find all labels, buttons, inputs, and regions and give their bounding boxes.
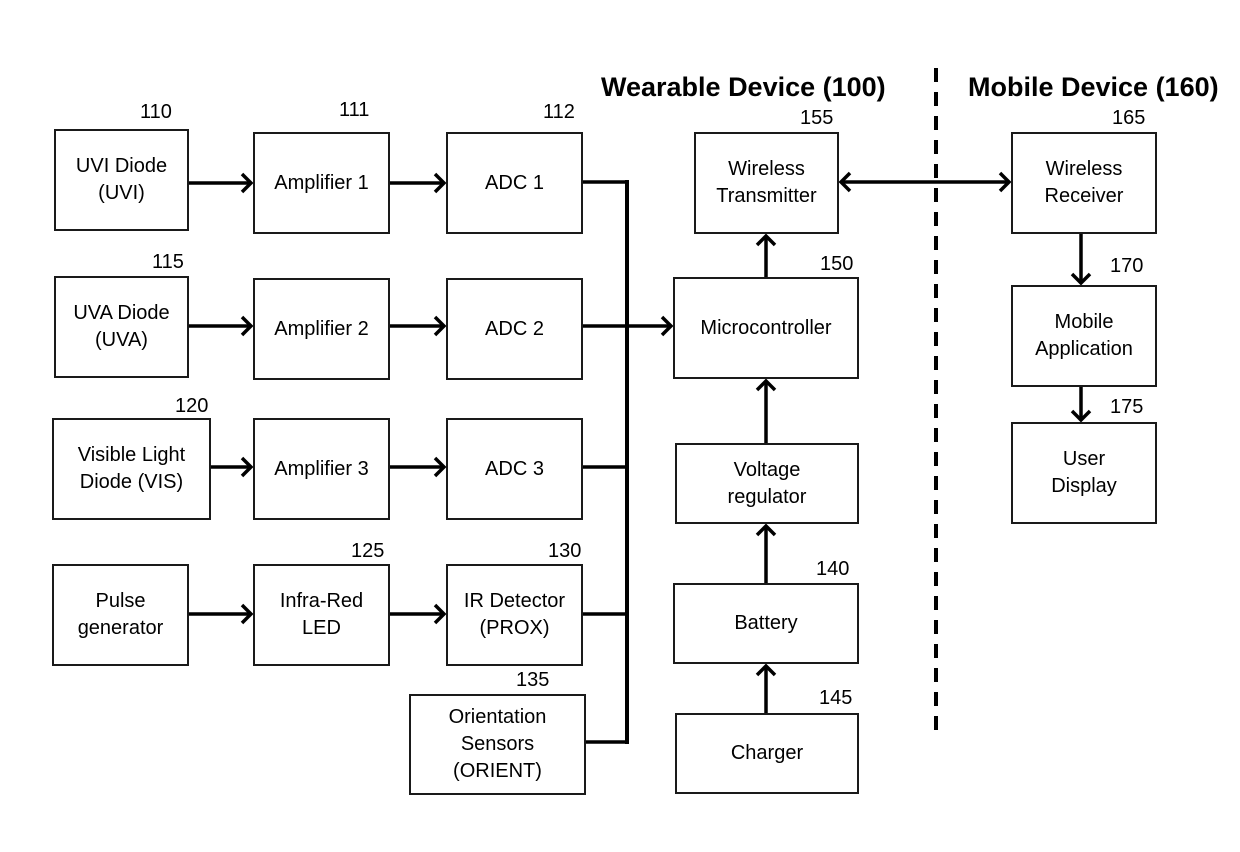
user-display-block: User Display (1011, 422, 1157, 524)
block-diagram: Wearable Device (100) Mobile Device (160… (0, 0, 1240, 852)
ref-uva-diode: 115 (152, 251, 184, 273)
microcontroller-block: Microcontroller (673, 277, 859, 379)
wearable-device-heading: Wearable Device (100) (601, 72, 886, 102)
amplifier-3-block: Amplifier 3 (253, 418, 390, 520)
visible-light-diode-block: Visible Light Diode (VIS) (52, 418, 211, 520)
adc-1-block: ADC 1 (446, 132, 583, 234)
ref-visible-light-diode: 120 (175, 395, 209, 417)
mobile-application-block: Mobile Application (1011, 285, 1157, 387)
ir-detector-block: IR Detector (PROX) (446, 564, 583, 666)
ref-ir-detector: 130 (548, 540, 582, 562)
wireless-transmitter-block: Wireless Transmitter (694, 132, 839, 234)
amplifier-2-block: Amplifier 2 (253, 278, 390, 380)
ref-wireless-receiver: 165 (1112, 107, 1146, 129)
ref-battery: 140 (816, 558, 850, 580)
ref-mobile-application: 170 (1110, 255, 1144, 277)
ref-orientation-sensors: 135 (516, 669, 550, 691)
ref-infra-red-led: 125 (351, 540, 385, 562)
uvi-diode-block: UVI Diode (UVI) (54, 129, 189, 231)
uva-diode-block: UVA Diode (UVA) (54, 276, 189, 378)
orientation-sensors-block: Orientation Sensors (ORIENT) (409, 694, 586, 795)
wireless-receiver-block: Wireless Receiver (1011, 132, 1157, 234)
adc-3-block: ADC 3 (446, 418, 583, 520)
charger-block: Charger (675, 713, 859, 794)
pulse-generator-block: Pulse generator (52, 564, 189, 666)
adc-2-block: ADC 2 (446, 278, 583, 380)
infra-red-led-block: Infra-Red LED (253, 564, 390, 666)
ref-microcontroller: 150 (820, 253, 854, 275)
voltage-regulator-block: Voltage regulator (675, 443, 859, 524)
ref-amplifier-1: 111 (339, 99, 370, 121)
ref-wireless-transmitter: 155 (800, 107, 834, 129)
mobile-device-heading: Mobile Device (160) (968, 72, 1219, 102)
ref-user-display: 175 (1110, 396, 1144, 418)
amplifier-1-block: Amplifier 1 (253, 132, 390, 234)
ref-adc-1: 112 (543, 101, 575, 123)
battery-block: Battery (673, 583, 859, 664)
ref-uvi-diode: 110 (140, 101, 172, 123)
ref-charger: 145 (819, 687, 853, 709)
